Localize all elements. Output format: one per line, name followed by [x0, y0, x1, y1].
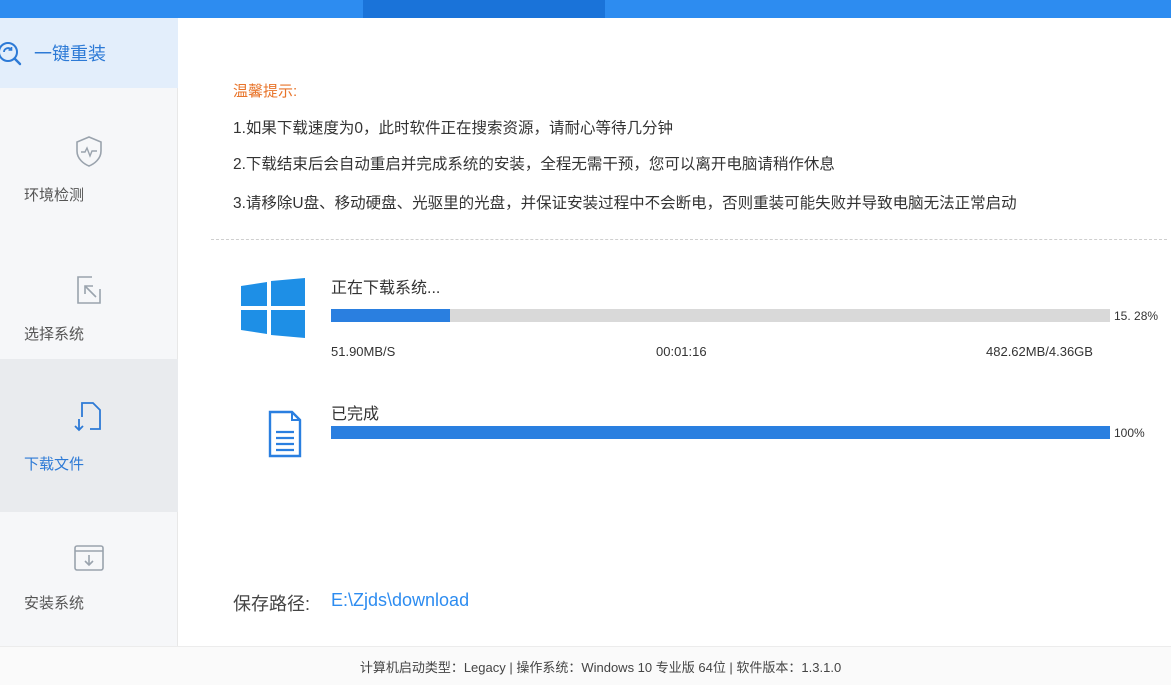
tip-line-1: 1.如果下载速度为0，此时软件正在搜索资源，请耐心等待几分钟 [233, 120, 674, 137]
completed-status-title: 已完成 [331, 406, 380, 423]
download-speed: 51.90MB/S [331, 344, 396, 359]
top-tab-3[interactable] [835, 0, 1085, 18]
sidebar-item-label: 环境检测 [24, 187, 85, 204]
completed-progress-bar [331, 426, 1110, 439]
save-path-label: 保存路径: [233, 594, 311, 614]
save-path-link[interactable]: E:\Zjds\download [331, 590, 469, 611]
document-icon [268, 410, 302, 458]
top-tab-2[interactable] [605, 0, 835, 18]
sidebar-item-download-files[interactable]: 下载文件 [0, 359, 178, 512]
top-tab-active[interactable] [363, 0, 605, 18]
download-progress-bar [331, 309, 1110, 322]
divider [211, 239, 1167, 240]
windows-logo-icon [241, 278, 305, 338]
sidebar-item-label: 下载文件 [24, 456, 85, 473]
shield-icon [76, 136, 102, 167]
completed-progress-percent: 100% [1114, 426, 1145, 440]
download-file-icon [74, 402, 101, 432]
footer-info-text: 计算机启动类型：Legacy | 操作系统：Windows 10 专业版 64位… [359, 659, 842, 675]
sidebar-item-label: 安装系统 [24, 595, 85, 612]
sidebar-header-one-click-reinstall[interactable]: 一键重装 [0, 18, 178, 88]
sidebar-item-install-system[interactable]: 安装系统 [0, 512, 178, 646]
sidebar-header-label: 一键重装 [34, 44, 106, 64]
install-box-icon [74, 545, 104, 571]
cursor-select-icon [77, 276, 101, 304]
download-status-title: 正在下载系统... [331, 280, 441, 297]
tip-line-3: 3.请移除U盘、移动硬盘、光驱里的光盘，并保证安装过程中不会断电，否则重装可能失… [233, 195, 1017, 212]
download-elapsed-time: 00:01:16 [656, 344, 707, 359]
download-size: 482.62MB/4.36GB [986, 344, 1093, 359]
download-progress-percent: 15. 28% [1114, 309, 1159, 323]
sidebar: 一键重装 环境检测 选择系统 下载文件 安装系统 [0, 18, 178, 646]
main-panel: 温馨提示: 1.如果下载速度为0，此时软件正在搜索资源，请耐心等待几分钟 2.下… [179, 18, 1171, 646]
tip-line-2: 2.下载结束后会自动重启并完成系统的安装，全程无需干预，您可以离开电脑请稍作休息 [233, 156, 835, 173]
top-tab-strip [0, 0, 1171, 18]
sidebar-item-environment-check[interactable]: 环境检测 [0, 88, 178, 220]
sidebar-item-select-system[interactable]: 选择系统 [0, 223, 178, 355]
download-progress-fill [331, 309, 451, 322]
status-footer: 计算机启动类型：Legacy | 操作系统：Windows 10 专业版 64位… [0, 646, 1171, 685]
search-refresh-icon [0, 42, 22, 66]
completed-progress-fill [331, 426, 1110, 439]
tips-title: 温馨提示: [233, 83, 298, 100]
sidebar-item-label: 选择系统 [24, 326, 85, 343]
